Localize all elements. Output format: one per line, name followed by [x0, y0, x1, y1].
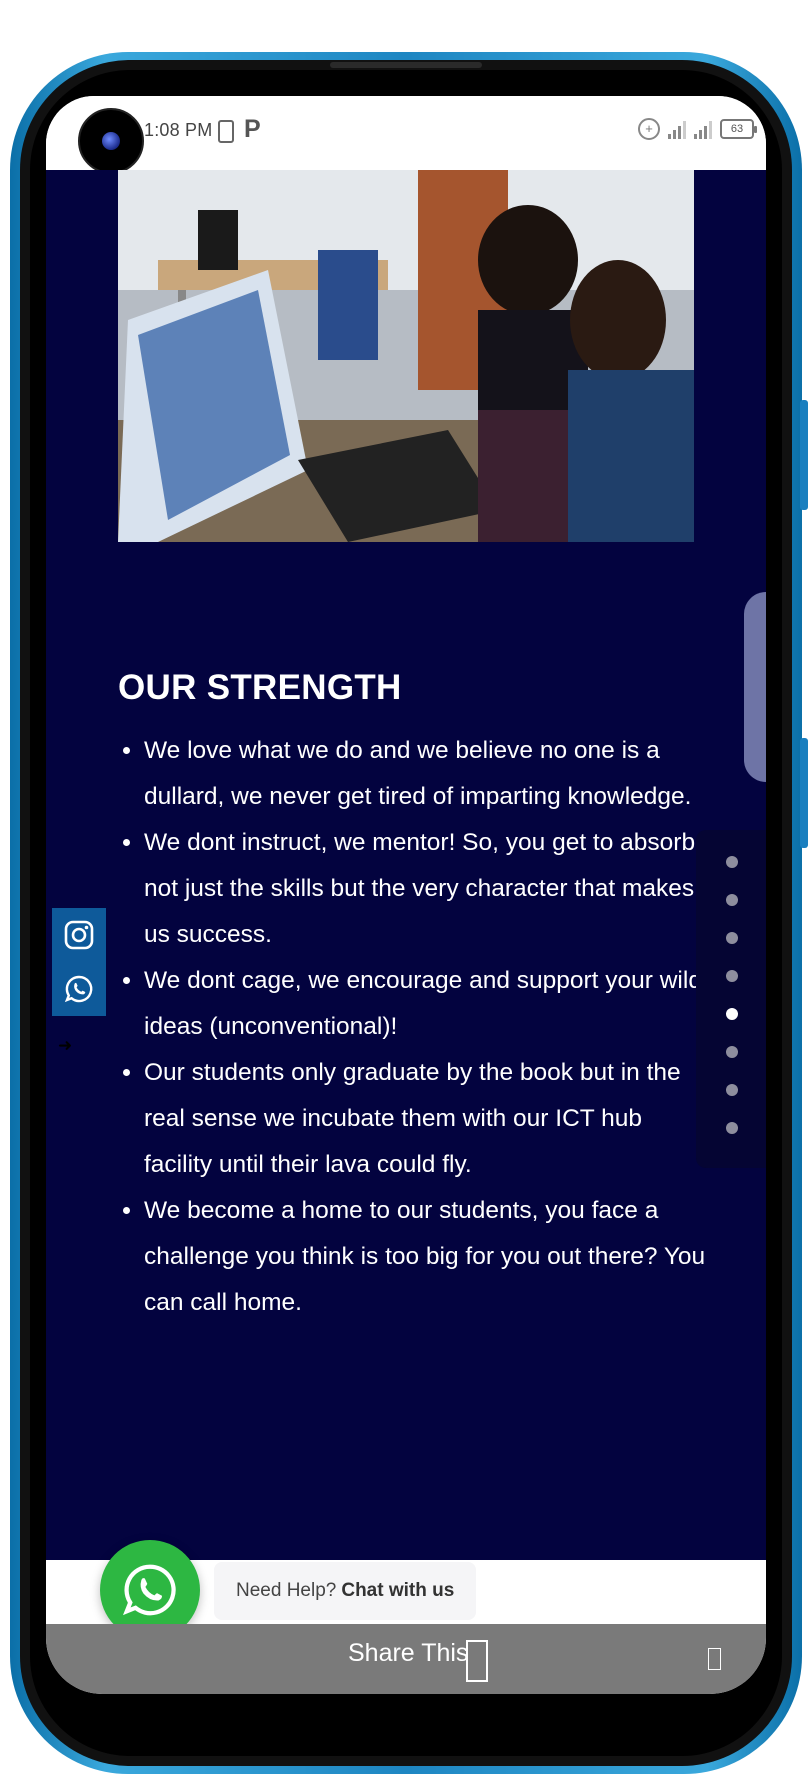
hero-image: [118, 170, 694, 542]
nav-dot[interactable]: [726, 1084, 738, 1096]
strength-item: We dont cage, we encourage and support y…: [144, 958, 714, 1050]
whatsapp-button[interactable]: [52, 962, 106, 1016]
camera-lens: [102, 132, 120, 150]
nav-dot[interactable]: [726, 1122, 738, 1134]
hero-photo: [118, 170, 694, 542]
battery-saver-icon: [218, 120, 234, 143]
nav-dot[interactable]: [726, 1046, 738, 1058]
social-bar-toggle-icon[interactable]: ➜: [58, 1036, 72, 1056]
side-drawer-tab[interactable]: [744, 592, 766, 782]
share-bar[interactable]: Share This: [46, 1624, 766, 1694]
data-saver-icon: +: [638, 118, 660, 140]
share-close-icon[interactable]: [708, 1648, 721, 1670]
phone-side-button: [800, 738, 808, 848]
section-title: OUR STRENGTH: [118, 668, 402, 707]
nav-dot[interactable]: [726, 894, 738, 906]
chat-prefix: Need Help?: [236, 1580, 337, 1601]
earpiece-speaker: [330, 62, 482, 68]
nav-dot[interactable]: [726, 932, 738, 944]
instagram-button[interactable]: [52, 908, 106, 962]
chat-cta: Chat with us: [341, 1580, 455, 1601]
signal-icon: [694, 119, 712, 139]
battery-icon: 63: [720, 119, 757, 139]
instagram-icon: [64, 920, 94, 950]
share-expand-icon[interactable]: [466, 1640, 488, 1682]
nav-dot-active[interactable]: [726, 1008, 738, 1020]
section-dot-nav: [696, 830, 766, 1168]
phone-side-button: [800, 400, 808, 510]
strength-section: OUR STRENGTH We love what we do and we b…: [46, 170, 766, 1560]
chat-help-bubble[interactable]: Need Help? Chat with us: [214, 1562, 477, 1620]
signal-icon: [668, 119, 686, 139]
status-icons-right: + 63: [638, 118, 757, 140]
social-share-bar: [52, 908, 106, 1016]
nav-dot[interactable]: [726, 856, 738, 868]
camera-icon: [78, 108, 144, 174]
phone-screen: 1:08 PM P + 63 OUR STRENGTH • We love wh…: [46, 96, 766, 1694]
strength-item: Our students only graduate by the book b…: [144, 1050, 714, 1188]
whatsapp-icon: [64, 975, 93, 1003]
strength-list: We love what we do and we believe no one…: [118, 728, 714, 1326]
p-app-icon: P: [244, 115, 261, 143]
whatsapp-icon: [122, 1564, 176, 1616]
strength-item: We dont instruct, we mentor! So, you get…: [144, 820, 714, 958]
strength-item: We love what we do and we believe no one…: [144, 728, 714, 820]
status-time: 1:08 PM: [144, 120, 213, 140]
status-bar: 1:08 PM P + 63: [46, 96, 766, 174]
strength-item: We become a home to our students, you fa…: [144, 1188, 714, 1326]
share-label: Share This: [348, 1639, 469, 1667]
nav-dot[interactable]: [726, 970, 738, 982]
